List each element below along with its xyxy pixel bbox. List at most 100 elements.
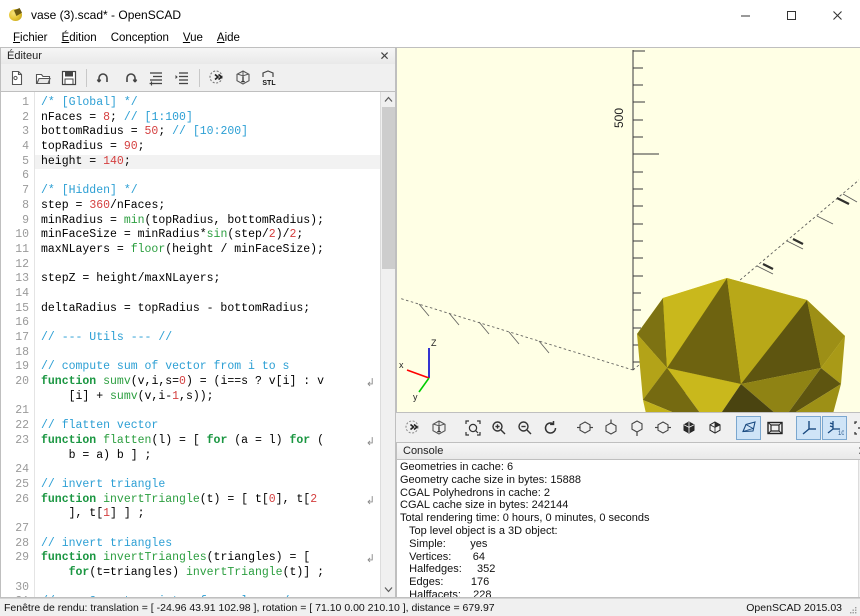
show-scale-markers-button[interactable]: 10 <box>822 416 847 440</box>
code-line[interactable]: b = a) b ] ; <box>35 449 380 464</box>
code-line[interactable]: step = 360/nFaces; <box>35 199 380 214</box>
code-editor[interactable]: 1234567891011121314151617181920212223242… <box>0 91 396 598</box>
line-number <box>1 507 34 522</box>
code-line[interactable]: for(t=triangles) invertTriangle(t)] ; <box>35 566 380 581</box>
code-line[interactable]: // compute sum of vector from i to s <box>35 360 380 375</box>
code-line[interactable]: // invert triangle <box>35 478 380 493</box>
line-number: 17 <box>1 331 34 346</box>
code-line[interactable]: // --- Utils --- // <box>35 331 380 346</box>
resize-grip-icon[interactable] <box>848 604 858 614</box>
code-text-area[interactable]: /* [Global] */nFaces = 8; // [1:100]bott… <box>35 92 380 597</box>
line-number: 18 <box>1 346 34 361</box>
reset-view-button[interactable] <box>538 416 563 440</box>
view-back-button[interactable] <box>702 416 727 440</box>
code-line[interactable]: // flatten vector <box>35 419 380 434</box>
code-line[interactable] <box>35 316 380 331</box>
new-file-button[interactable] <box>4 66 29 89</box>
editor-dock-close-icon[interactable]: ✕ <box>378 50 391 63</box>
code-line[interactable]: minRadius = min(topRadius, bottomRadius)… <box>35 214 380 229</box>
code-line[interactable] <box>35 463 380 478</box>
line-number: 4 <box>1 140 34 155</box>
preview-button[interactable] <box>204 66 229 89</box>
menu-aide[interactable]: Aide <box>210 30 247 47</box>
code-line[interactable] <box>35 258 380 273</box>
console-dock-close-icon[interactable]: ✕ <box>856 445 860 458</box>
show-axes-button[interactable] <box>796 416 821 440</box>
code-line[interactable]: /* [Global] */ <box>35 96 380 111</box>
zoom-all-button[interactable] <box>460 416 485 440</box>
scroll-up-icon[interactable] <box>381 92 396 107</box>
code-line[interactable]: topRadius = 90; <box>35 140 380 155</box>
editor-pane: Éditeur ✕ <box>0 47 396 598</box>
close-button[interactable] <box>814 0 860 30</box>
console-dock-title: Console ✕ <box>396 442 860 459</box>
editor-dock-label: Éditeur <box>7 50 378 62</box>
indent-button[interactable] <box>169 66 194 89</box>
view-front-button[interactable] <box>676 416 701 440</box>
editor-scroll-thumb[interactable] <box>382 107 395 269</box>
view-bottom-button[interactable] <box>624 416 649 440</box>
code-line[interactable]: function flatten(l) = [ for (a = l) for … <box>35 434 380 449</box>
code-line[interactable]: // invert triangles <box>35 537 380 552</box>
code-line[interactable] <box>35 581 380 596</box>
line-number <box>1 566 34 581</box>
line-wrap-icon: ↲ <box>366 596 375 597</box>
menu-vue[interactable]: Vue <box>176 30 210 47</box>
editor-scrollbar[interactable] <box>380 92 395 597</box>
minimize-button[interactable] <box>722 0 768 30</box>
console-pane: Console ✕ Geometries in cache: 6 Geometr… <box>396 442 860 598</box>
view-left-button[interactable] <box>650 416 675 440</box>
export-stl-button[interactable]: STL <box>256 66 281 89</box>
3d-viewport[interactable]: 500 <box>396 47 860 413</box>
line-number: 25 <box>1 478 34 493</box>
code-line[interactable]: /* [Hidden] */ <box>35 184 380 199</box>
line-number <box>1 390 34 405</box>
code-line[interactable]: stepZ = height/maxNLayers; <box>35 272 380 287</box>
code-line[interactable]: ], t[1] ] ; <box>35 507 380 522</box>
menu-fichier[interactable]: Fichier <box>6 30 55 47</box>
menu-conception[interactable]: Conception <box>104 30 176 47</box>
zoom-out-button[interactable] <box>512 416 537 440</box>
code-line[interactable]: [i] + sumv(v,i-1,s)); <box>35 390 380 405</box>
code-line[interactable] <box>35 346 380 361</box>
line-number: 26 <box>1 493 34 508</box>
editor-dock-title: Éditeur ✕ <box>0 47 396 64</box>
view-top-button[interactable] <box>598 416 623 440</box>
editor-scroll-track[interactable] <box>381 107 396 582</box>
code-line[interactable]: maxNLayers = floor(height / minFaceSize)… <box>35 243 380 258</box>
redo-button[interactable] <box>117 66 142 89</box>
line-number <box>1 449 34 464</box>
maximize-button[interactable] <box>768 0 814 30</box>
code-line[interactable]: height = 140; <box>35 155 380 170</box>
code-line[interactable] <box>35 287 380 302</box>
code-line[interactable]: function invertTriangles(triangles) = [↲ <box>35 551 380 566</box>
view-right-button[interactable] <box>572 416 597 440</box>
open-file-button[interactable] <box>30 66 55 89</box>
code-line[interactable]: minFaceSize = minRadius*sin(step/2)/2; <box>35 228 380 243</box>
scroll-down-icon[interactable] <box>381 582 396 597</box>
perspective-button[interactable] <box>736 416 761 440</box>
line-number: 9 <box>1 214 34 229</box>
code-line[interactable] <box>35 169 380 184</box>
undo-button[interactable] <box>91 66 116 89</box>
render-button[interactable] <box>230 66 255 89</box>
code-line[interactable]: bottomRadius = 50; // [10:200] <box>35 125 380 140</box>
code-line[interactable] <box>35 404 380 419</box>
console-output[interactable]: Geometries in cache: 6 Geometry cache si… <box>396 459 860 598</box>
code-line[interactable]: deltaRadius = topRadius - bottomRadius; <box>35 302 380 317</box>
zoom-in-button[interactable] <box>486 416 511 440</box>
line-number: 5 <box>1 155 34 170</box>
orthogonal-button[interactable] <box>762 416 787 440</box>
unindent-button[interactable] <box>143 66 168 89</box>
code-line[interactable]: // --- Compute points of a polygon /↲ <box>35 595 380 597</box>
code-line[interactable]: nFaces = 8; // [1:100] <box>35 111 380 126</box>
main-split: Éditeur ✕ <box>0 47 860 598</box>
code-line[interactable]: function sumv(v,i,s=0) = (i==s ? v[i] : … <box>35 375 380 390</box>
code-line[interactable] <box>35 522 380 537</box>
menu-edition[interactable]: Édition <box>55 30 104 47</box>
render-button[interactable] <box>426 416 451 440</box>
save-file-button[interactable] <box>56 66 81 89</box>
show-crosshairs-button[interactable] <box>848 416 860 440</box>
code-line[interactable]: function invertTriangle(t) = [ t[0], t[2… <box>35 493 380 508</box>
preview-button[interactable] <box>400 416 425 440</box>
